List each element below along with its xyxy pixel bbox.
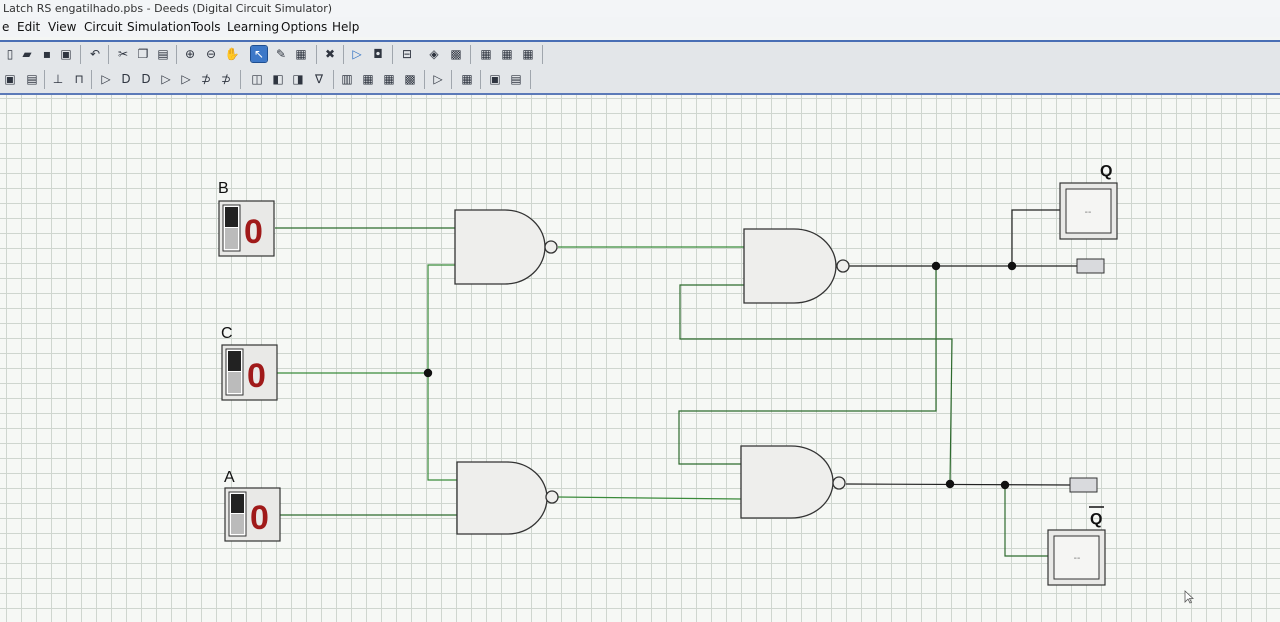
- nand-gate-2-bubble: [545, 490, 559, 504]
- input-a-label: A: [224, 469, 235, 486]
- paste-icon[interactable]: ▤: [155, 46, 171, 62]
- print-icon[interactable]: ▣: [58, 46, 74, 62]
- fsm-icon[interactable]: ◈: [426, 46, 442, 62]
- output-qbar-label: Q: [1090, 511, 1102, 528]
- stop-simulation-icon[interactable]: ◘: [370, 46, 386, 62]
- circuit-canvas[interactable]: 0 B 0 C 0 A -- Q -- Q: [0, 95, 1280, 622]
- mux-icon[interactable]: ∇: [311, 71, 327, 87]
- cut-icon[interactable]: ✂: [115, 46, 131, 62]
- xor-gate-icon[interactable]: ⊅: [198, 71, 214, 87]
- zoom-out-icon[interactable]: ⊖: [203, 46, 219, 62]
- output-display-qbar: --: [1047, 529, 1106, 586]
- pencil-wire-icon[interactable]: ✎: [273, 46, 289, 62]
- components-toolbar: ▣ ▤ ⊥ ⊓ ▷ D D ▷ ▷ ⊅ ⊅ ◫ ◧ ◨ ∇ ▥ ▦ ▦ ▩ ▷ …: [0, 67, 1280, 96]
- ram-icon[interactable]: ▩: [448, 46, 464, 62]
- output-q-label: Q: [1100, 163, 1112, 180]
- component-icon[interactable]: ▦: [293, 46, 309, 62]
- junction-dot: [423, 368, 433, 378]
- probe-qbar: [1069, 477, 1098, 493]
- input-switch-b[interactable]: 0: [218, 200, 275, 257]
- timing-diagram-icon[interactable]: ⊟: [399, 46, 415, 62]
- menu-help[interactable]: Help: [332, 17, 359, 37]
- circuit-diagram: 0 B 0 C 0 A -- Q -- Q: [218, 163, 1118, 586]
- flipflop-jk-icon[interactable]: ◧: [270, 71, 286, 87]
- q-display-value: --: [1085, 207, 1092, 218]
- menu-file[interactable]: e: [2, 17, 9, 37]
- input-a-value: 0: [250, 499, 269, 537]
- zoom-in-icon[interactable]: ⊕: [182, 46, 198, 62]
- clock-icon[interactable]: ⊓: [71, 71, 87, 87]
- nand-gate-3: [743, 228, 837, 304]
- menu-edit[interactable]: Edit: [17, 17, 40, 37]
- nor-gate-icon[interactable]: ▷: [178, 71, 194, 87]
- nand-gate-4-bubble: [832, 476, 846, 490]
- main-toolbar: ▯ ▰ ▪ ▣ ↶ ✂ ❐ ▤ ⊕ ⊖ ✋ ↖ ✎ ▦ ✖ ▷ ◘ ⊟ ◈ ▩ …: [0, 40, 1280, 69]
- junction-dot: [931, 261, 941, 271]
- memory-icon[interactable]: ▦: [459, 71, 475, 87]
- pan-hand-icon[interactable]: ✋: [224, 46, 240, 62]
- chip-1-icon[interactable]: ▦: [478, 46, 494, 62]
- input-b-label: B: [218, 180, 229, 197]
- start-simulation-icon[interactable]: ▷: [349, 46, 365, 62]
- nand-gate-1-bubble: [544, 240, 558, 254]
- junction-dot: [1000, 480, 1010, 490]
- menu-learning[interactable]: Learning: [227, 17, 279, 37]
- input-c-value: 0: [247, 357, 266, 395]
- menu-options[interactable]: Options: [281, 17, 327, 37]
- nand-gate-2: [456, 461, 548, 535]
- menu-simulation[interactable]: Simulation: [127, 17, 191, 37]
- input-b-value: 0: [244, 213, 263, 251]
- menu-bar: e Edit View Circuit Simulation Tools Lea…: [0, 17, 1280, 37]
- or-gate-icon[interactable]: ▷: [158, 71, 174, 87]
- input-switch-icon[interactable]: ▣: [2, 71, 18, 87]
- input-c-label: C: [221, 325, 233, 342]
- decoder-icon[interactable]: ▦: [381, 71, 397, 87]
- menu-view[interactable]: View: [48, 17, 76, 37]
- menu-tools[interactable]: Tools: [191, 17, 221, 37]
- component-lib-icon[interactable]: ▣: [487, 71, 503, 87]
- wire-q-display: [1011, 209, 1060, 266]
- output-display-q: --: [1059, 182, 1118, 240]
- buffer-icon[interactable]: ▷: [98, 71, 114, 87]
- nand-gate-1: [454, 209, 546, 285]
- qbar-display-value: --: [1074, 553, 1081, 564]
- chip-2-icon[interactable]: ▦: [499, 46, 515, 62]
- new-file-icon[interactable]: ▯: [2, 46, 18, 62]
- probe-q: [1076, 258, 1105, 274]
- save-icon[interactable]: ▪: [39, 46, 55, 62]
- output-led-icon[interactable]: ▤: [24, 71, 40, 87]
- nand-gate-icon[interactable]: D: [138, 71, 154, 87]
- mouse-cursor-icon: [1184, 590, 1194, 604]
- nand-gate-4: [740, 445, 834, 519]
- wire-g4-out: [845, 483, 1071, 486]
- open-file-icon[interactable]: ▰: [19, 46, 35, 62]
- wire-c-down: [427, 373, 457, 481]
- register-icon[interactable]: ▦: [360, 71, 376, 87]
- flipflop-d-icon[interactable]: ◫: [249, 71, 265, 87]
- display-icon[interactable]: ▩: [402, 71, 418, 87]
- input-switch-a[interactable]: 0: [224, 487, 281, 542]
- input-switch-c[interactable]: 0: [221, 344, 278, 401]
- flipflop-t-icon[interactable]: ◨: [290, 71, 306, 87]
- junction-dot: [1007, 261, 1017, 271]
- undo-icon[interactable]: ↶: [87, 46, 103, 62]
- wire-g2-out: [557, 496, 742, 500]
- wire-c-up: [427, 264, 455, 373]
- copy-icon[interactable]: ❐: [135, 46, 151, 62]
- delete-icon[interactable]: ✖: [322, 46, 338, 62]
- chip-3-icon[interactable]: ▦: [520, 46, 536, 62]
- nand-gate-3-bubble: [836, 259, 850, 273]
- and-gate-icon[interactable]: D: [118, 71, 134, 87]
- menu-circuit[interactable]: Circuit: [84, 17, 123, 37]
- window-title: Latch RS engatilhado.pbs - Deeds (Digita…: [0, 0, 1280, 17]
- xnor-gate-icon[interactable]: ⊅: [218, 71, 234, 87]
- wire-qbar-display: [1004, 485, 1048, 557]
- select-arrow-icon[interactable]: ↖: [250, 45, 268, 63]
- junction-dot: [945, 479, 955, 489]
- bus-icon[interactable]: ▤: [508, 71, 524, 87]
- counter-icon[interactable]: ▥: [339, 71, 355, 87]
- probe-icon[interactable]: ▷: [430, 71, 446, 87]
- ground-icon[interactable]: ⊥: [50, 71, 66, 87]
